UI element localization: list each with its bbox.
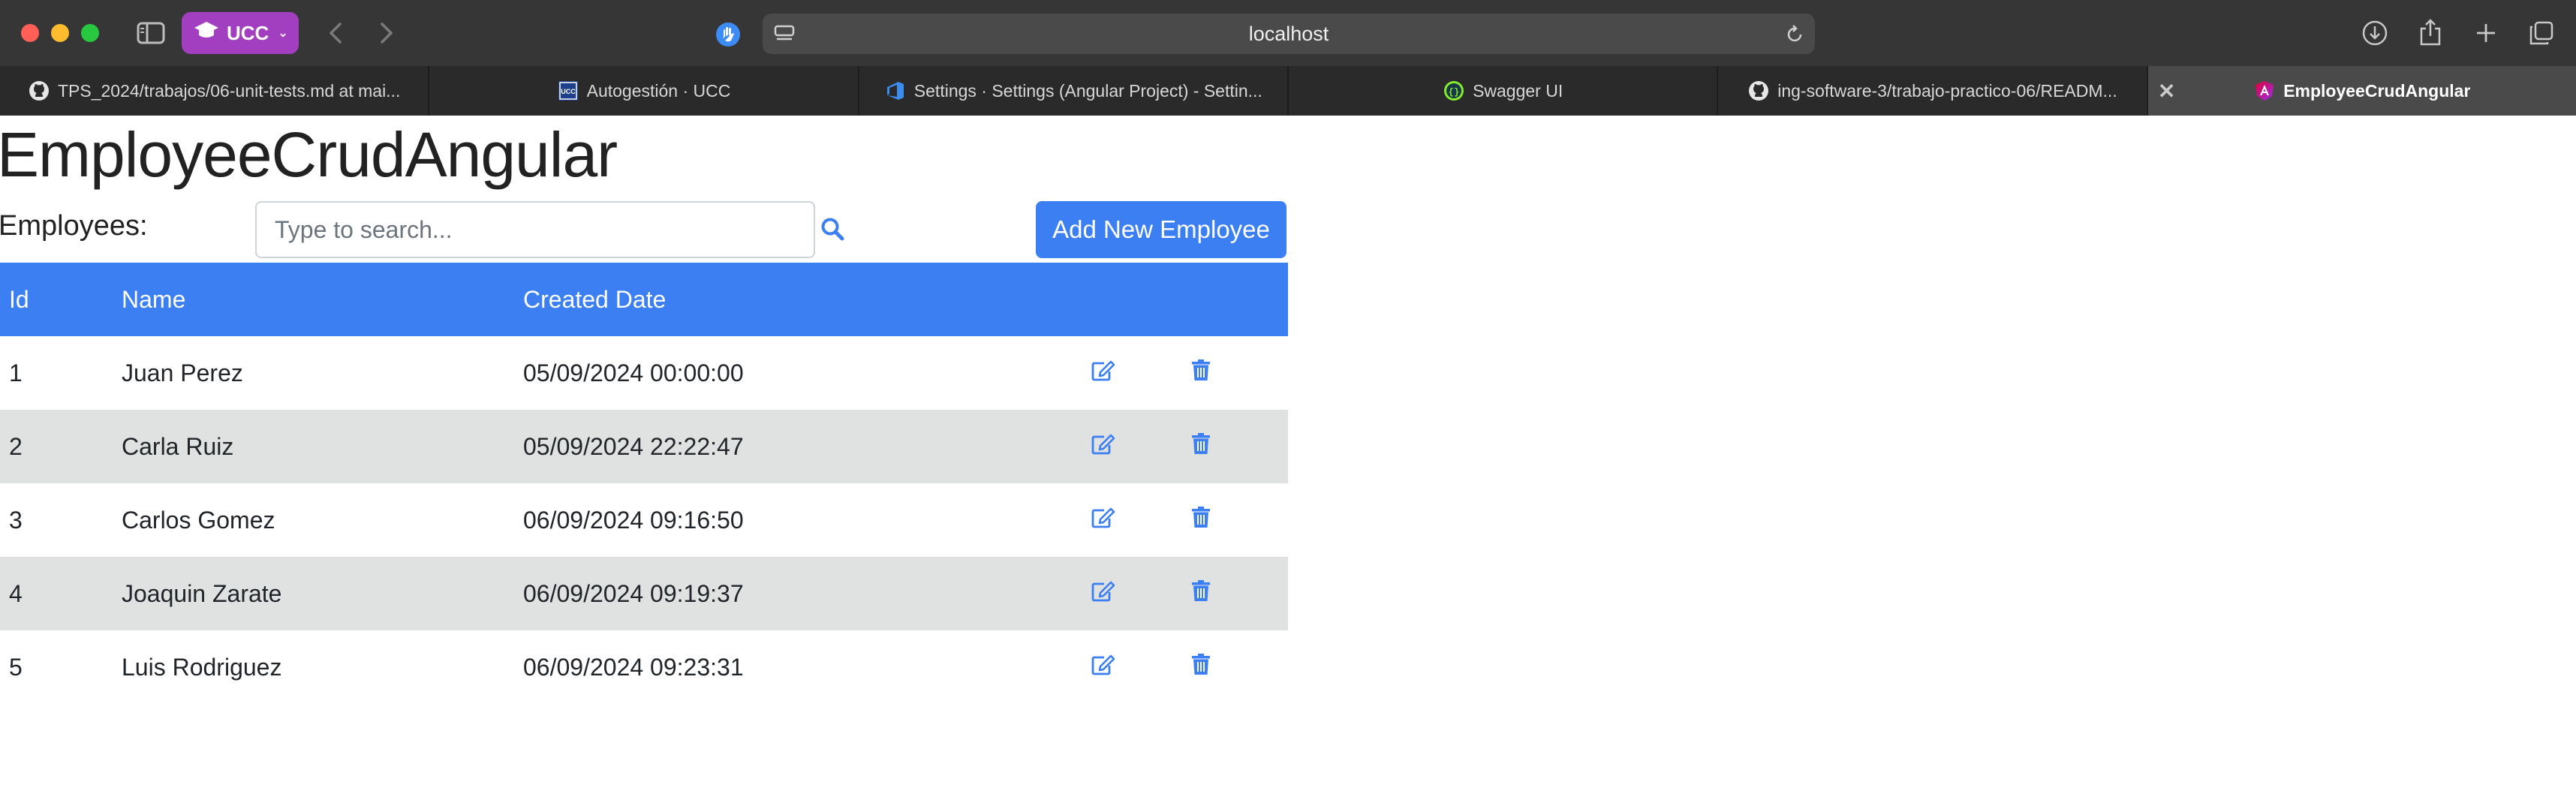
cell-id: 1 [9,359,23,386]
cell-edit [1061,410,1181,483]
cell-id: 3 [9,506,23,534]
cell-delete [1181,410,1288,483]
swagger-icon: {} [1443,80,1465,102]
trash-icon[interactable] [1191,432,1211,455]
tab-bar: TPS_2024/trabajos/06-unit-tests.md at ma… [0,66,2576,116]
cell-created-date: 06/09/2024 09:19:37 [514,557,1061,630]
tab-label: Settings · Settings (Angular Project) - … [913,80,1262,101]
header-edit [1061,263,1181,336]
tab-swagger-ui[interactable]: {} Swagger UI [1289,66,1719,116]
github-icon [1747,80,1770,102]
employees-label: Employees: [0,210,148,242]
edit-icon[interactable] [1091,434,1115,455]
angular-icon [2253,80,2276,102]
sidebar-toggle-icon[interactable] [135,18,167,48]
edit-icon[interactable] [1091,654,1115,675]
cell-edit [1061,630,1181,704]
cell-created-date: 05/09/2024 22:22:47 [514,410,1061,483]
cell-name: Juan Perez [122,359,243,386]
cell-edit [1061,557,1181,630]
cell-delete [1181,630,1288,704]
cell-created-date: 06/09/2024 09:16:50 [523,506,744,534]
cell-edit [1061,336,1181,410]
cell-name: Joaquin Zarate [113,557,514,630]
profile-switcher-button[interactable]: UCC ⌄ [182,12,299,54]
back-arrow-icon[interactable] [324,20,347,47]
close-tab-icon[interactable]: ✕ [2148,66,2186,116]
tab-autogestion-ucc[interactable]: UCC Autogestión · UCC [429,66,859,116]
cell-delete [1181,483,1288,557]
browser-toolbar: UCC ⌄ localhost [0,0,2576,66]
svg-text:{}: {} [1449,87,1459,98]
table-row: 2 Carla Ruiz 05/09/2024 22:22:47 [0,410,1288,483]
tab-label: Autogestión · UCC [586,80,731,101]
table-row: 1 Juan Perez 05/09/2024 00:00:00 [0,336,1288,410]
svg-text:UCC: UCC [561,88,576,95]
page-title: EmployeeCrudAngular [0,119,618,190]
chevron-down-icon: ⌄ [278,27,288,40]
edit-icon[interactable] [1091,507,1115,528]
tab-azure-settings[interactable]: Settings · Settings (Angular Project) - … [859,66,1289,116]
tab-label: EmployeeCrudAngular [2283,80,2471,101]
new-tab-plus-icon[interactable] [2471,18,2501,48]
window-zoom-button[interactable] [81,24,99,42]
tab-employee-crud-angular[interactable]: ✕ EmployeeCrudAngular [2147,66,2576,116]
reload-icon[interactable] [1783,23,1806,46]
github-icon [28,80,50,102]
trash-icon[interactable] [1191,579,1211,602]
graduation-cap-icon [194,20,219,47]
forward-arrow-icon[interactable] [375,20,398,47]
profile-label: UCC [227,21,269,44]
add-employee-button[interactable]: Add New Employee [1036,201,1286,258]
table-header-row: Id Name Created Date [0,263,1288,336]
cell-id: 5 [9,653,23,681]
tab-label: TPS_2024/trabajos/06-unit-tests.md at ma… [57,80,401,101]
cell-name: Carlos Gomez [122,506,275,534]
tab-github-unit-tests[interactable]: TPS_2024/trabajos/06-unit-tests.md at ma… [0,66,430,116]
search-input[interactable] [255,201,815,258]
downloads-icon[interactable] [2360,18,2390,48]
cell-edit [1061,483,1181,557]
tab-label: Swagger UI [1473,80,1563,101]
trash-icon[interactable] [1191,359,1211,381]
employees-table: Id Name Created Date 1 Juan Perez 05/09/… [0,263,1288,704]
cell-created-date: 06/09/2024 09:23:31 [523,653,744,681]
ucc-logo-icon: UCC [557,80,579,102]
header-name: Name [113,263,514,336]
cell-id: 4 [0,557,113,630]
edit-icon[interactable] [1091,360,1115,381]
trash-icon[interactable] [1191,506,1211,528]
address-url: localhost [1248,23,1329,45]
table-row: 4 Joaquin Zarate 06/09/2024 09:19:37 [0,557,1288,630]
header-id: Id [0,263,113,336]
table-row: 3 Carlos Gomez 06/09/2024 09:16:50 [0,483,1288,557]
trash-icon[interactable] [1191,653,1211,675]
search-icon[interactable] [820,216,845,245]
header-created-date: Created Date [514,263,1061,336]
table-row: 5 Luis Rodriguez 06/09/2024 09:23:31 [0,630,1288,704]
tab-github-readme[interactable]: ing-software-3/trabajo-practico-06/READM… [1718,66,2148,116]
cell-delete [1181,557,1288,630]
tab-overview-icon[interactable] [2526,18,2556,48]
cell-id: 2 [0,410,113,483]
window-minimize-button[interactable] [51,24,69,42]
privacy-shield-icon[interactable] [713,20,743,50]
share-icon[interactable] [2415,17,2445,48]
cell-name: Carla Ruiz [113,410,514,483]
header-delete [1181,263,1288,336]
cell-name: Luis Rodriguez [122,653,282,681]
tab-label: ing-software-3/trabajo-practico-06/READM… [1777,80,2117,101]
address-bar[interactable]: localhost [763,14,1815,54]
azure-devops-icon [884,80,907,102]
cell-delete [1181,336,1288,410]
edit-icon[interactable] [1091,581,1115,602]
window-close-button[interactable] [21,24,39,42]
cell-created-date: 05/09/2024 00:00:00 [523,359,744,386]
